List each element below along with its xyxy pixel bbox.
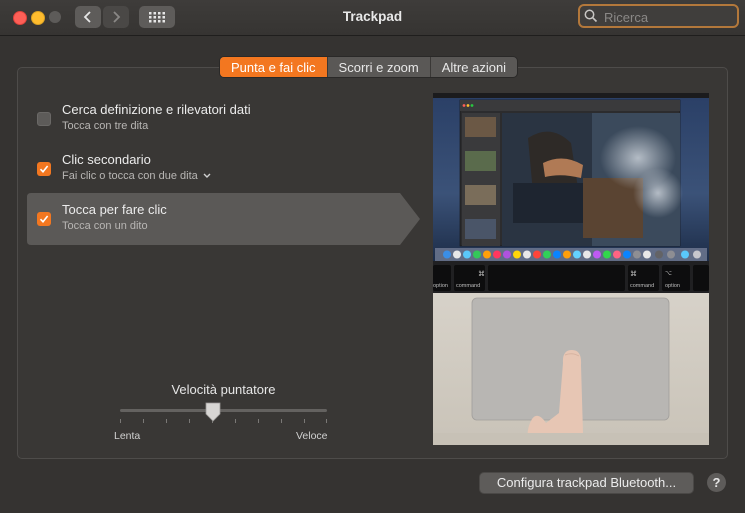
- selected-option-highlight: [27, 193, 420, 245]
- tab-punta-e-fai-clic[interactable]: Punta e fai clic: [220, 57, 328, 77]
- option-subtitle: Fai clic o tocca con due dita: [62, 170, 198, 182]
- tab-scorri-e-zoom[interactable]: Scorri e zoom: [328, 57, 431, 77]
- slider-tick: [281, 419, 282, 423]
- slider-tick: [189, 419, 190, 423]
- secondary-click-popup[interactable]: Fai clic o tocca con due dita: [62, 170, 212, 182]
- key-right-symbol: ⌘: [630, 270, 637, 278]
- secondary-click-checkbox[interactable]: [37, 162, 51, 176]
- slider-max-label: Veloce: [296, 430, 328, 442]
- option-title: Cerca definizione e rilevatori dati: [62, 102, 251, 117]
- help-button[interactable]: ?: [707, 473, 726, 492]
- search-icon: [584, 9, 598, 23]
- title-bar: Trackpad: [0, 0, 745, 36]
- checkmark-icon: [39, 165, 49, 174]
- option-subtitle: Tocca con un dito: [62, 220, 148, 232]
- slider-thumb[interactable]: [205, 402, 221, 422]
- tap-to-click-checkbox[interactable]: [37, 212, 51, 226]
- key-right-label: command: [630, 283, 654, 289]
- option-subtitle: Tocca con tre dita: [62, 120, 149, 132]
- tab-altre-azioni[interactable]: Altre azioni: [431, 57, 517, 77]
- setup-bluetooth-trackpad-button[interactable]: Configura trackpad Bluetooth...: [479, 472, 694, 494]
- chevron-down-icon: [203, 173, 211, 178]
- checkmark-icon: [39, 215, 49, 224]
- key-left-symbol: ⌘: [478, 270, 485, 278]
- trackpad-preview-illustration: ⌘ command ⌘ command option option ⌥: [433, 93, 709, 445]
- tracking-speed-slider[interactable]: [120, 409, 327, 412]
- search-input[interactable]: [602, 8, 738, 26]
- key-option-right: option: [665, 283, 680, 289]
- slider-tick: [258, 419, 259, 423]
- search-field[interactable]: [578, 4, 739, 28]
- slider-tick: [326, 419, 327, 423]
- slider-tick: [143, 419, 144, 423]
- tracking-speed-label: Velocità puntatore: [171, 382, 276, 397]
- slider-tick: [120, 419, 121, 423]
- slider-min-label: Lenta: [114, 430, 141, 442]
- key-alt-symbol: ⌥: [665, 270, 672, 277]
- option-title: Clic secondario: [62, 152, 151, 167]
- tab-bar: Punta e fai clic Scorri e zoom Altre azi…: [219, 56, 519, 78]
- slider-tick: [235, 419, 236, 423]
- key-option-left: option: [433, 283, 448, 289]
- slider-tick: [304, 419, 305, 423]
- slider-tick: [166, 419, 167, 423]
- look-up-checkbox[interactable]: [37, 112, 51, 126]
- option-title: Tocca per fare clic: [62, 202, 167, 217]
- key-left-label: command: [456, 283, 480, 289]
